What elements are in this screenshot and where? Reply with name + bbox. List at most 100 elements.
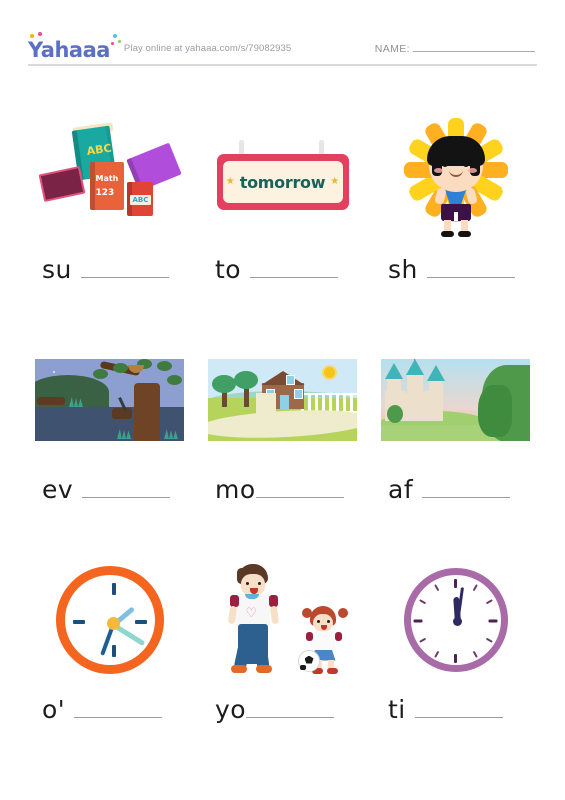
castle-tower-roof (406, 359, 424, 375)
clock-tick (413, 619, 423, 623)
item-prompt: o' (28, 696, 191, 724)
clock-tick (433, 584, 439, 592)
worksheet-item: ABC Math 123 ABC su (28, 110, 191, 330)
item-illustration-tomorrow-sign: ★ tomorrow ★ (201, 110, 364, 250)
tree-trunk (134, 383, 160, 441)
logo-wordmark: Yahaaa (28, 38, 110, 62)
boy-shoe-right (255, 664, 272, 673)
logo-dot-green-icon (117, 40, 121, 43)
clock-tick (485, 599, 493, 605)
child-shorts (440, 203, 471, 221)
book-red-icon: ABC (126, 182, 153, 216)
boy-sleeve-right (268, 594, 278, 607)
item-illustration-sunflower-child (374, 110, 537, 250)
prompt-letters: af (388, 475, 414, 504)
clock-tick (472, 650, 478, 658)
castle-flagpole (414, 359, 415, 361)
clock-center-pivot (106, 617, 120, 630)
girl-shirt (310, 630, 335, 653)
prompt-letters: o' (42, 695, 66, 724)
girl-sleeve-left (305, 631, 313, 641)
leaf (157, 361, 172, 371)
item-prompt: su (28, 256, 191, 284)
answer-line[interactable] (426, 259, 515, 278)
star (53, 371, 55, 373)
book-maroon-icon (38, 165, 85, 203)
leaf (113, 363, 128, 373)
play-online-url[interactable]: Play online at yahaaa.com/s/79082935 (124, 43, 291, 54)
house-attic-window (286, 375, 295, 385)
item-prompt: ti (374, 696, 537, 724)
worksheet-page: Yahaaa Play online at yahaaa.com/s/79082… (0, 0, 565, 800)
bush (478, 385, 512, 437)
answer-line[interactable] (74, 699, 163, 718)
answer-line[interactable] (414, 699, 503, 718)
worksheet-item: ev (28, 330, 191, 550)
castle-tower (387, 377, 401, 397)
child-eye-left (440, 157, 449, 167)
prompt-letters: yo (215, 695, 247, 724)
hanging-sign-icon: ★ tomorrow ★ (209, 140, 357, 220)
logo-dot-yellow-icon (30, 34, 34, 38)
name-write-line[interactable] (413, 42, 535, 52)
answer-line[interactable] (422, 479, 511, 498)
prompt-letters: ev (42, 475, 74, 504)
boy-eye-left (245, 581, 249, 585)
clock-tick (433, 650, 439, 658)
clock-tick-6 (111, 645, 116, 657)
evening-scene-icon (35, 359, 184, 441)
child-smile (448, 168, 463, 177)
worksheet-row: o' ♡ yo ti (28, 550, 537, 770)
worksheet-row: ABC Math 123 ABC su ★ tomorrow ★ to sh (28, 110, 537, 330)
logo-dot-cyan-icon (112, 34, 117, 38)
item-illustration-afternoon (374, 330, 537, 470)
orange-clock-icon (55, 566, 164, 674)
item-illustration-books: ABC Math 123 ABC (28, 110, 191, 250)
sign-text: tomorrow (239, 172, 326, 192)
prompt-letters: ti (388, 695, 406, 724)
clock-tick (418, 599, 426, 605)
sign-board: ★ tomorrow ★ (216, 154, 349, 210)
star-left-icon: ★ (225, 176, 235, 187)
prompt-letters: su (42, 255, 72, 284)
house-window (294, 389, 303, 399)
answer-line[interactable] (80, 259, 169, 278)
worksheet-item: af (374, 330, 537, 550)
clock-tick-3 (134, 620, 147, 624)
afternoon-castle-scene-icon (381, 359, 530, 441)
castle-tower (429, 379, 443, 397)
name-field: NAME: (375, 42, 537, 55)
star-right-icon: ★ (330, 176, 340, 187)
answer-line[interactable] (246, 699, 335, 718)
clock-tick (454, 579, 457, 588)
heart-icon: ♡ (245, 604, 258, 620)
clock-tick-9 (72, 620, 85, 624)
item-prompt: to (201, 256, 364, 284)
boy-mouth (249, 587, 258, 594)
tree-stump (112, 408, 132, 419)
girl-eye-right (326, 619, 330, 623)
clock-center-pivot (452, 617, 462, 626)
book-label-abc-small: ABC (129, 195, 152, 205)
clock-tick (472, 584, 478, 592)
yahaaa-logo[interactable]: Yahaaa (28, 32, 121, 62)
child-eye-right (461, 157, 470, 167)
clock-tick-12 (111, 583, 116, 595)
worksheet-item: sh (374, 110, 537, 330)
boy-figure-icon: ♡ (222, 563, 282, 676)
children-playing-icon: ♡ (208, 558, 358, 683)
book-label-abc: ABC (85, 141, 112, 158)
morning-scene-icon (208, 359, 357, 441)
book-label-math: Math (95, 174, 119, 183)
water (35, 406, 184, 441)
answer-line[interactable] (82, 479, 171, 498)
worksheet-grid: ABC Math 123 ABC su ★ tomorrow ★ to sh e… (28, 110, 537, 770)
log (37, 397, 65, 405)
boy-sleeve-left (229, 594, 239, 607)
worksheet-item: ★ tomorrow ★ to (201, 110, 364, 330)
purple-clock-icon (403, 568, 508, 672)
answer-line[interactable] (255, 479, 344, 498)
castle-tower-roof (427, 365, 445, 381)
answer-line[interactable] (250, 259, 339, 278)
worksheet-item: ti (374, 550, 537, 770)
